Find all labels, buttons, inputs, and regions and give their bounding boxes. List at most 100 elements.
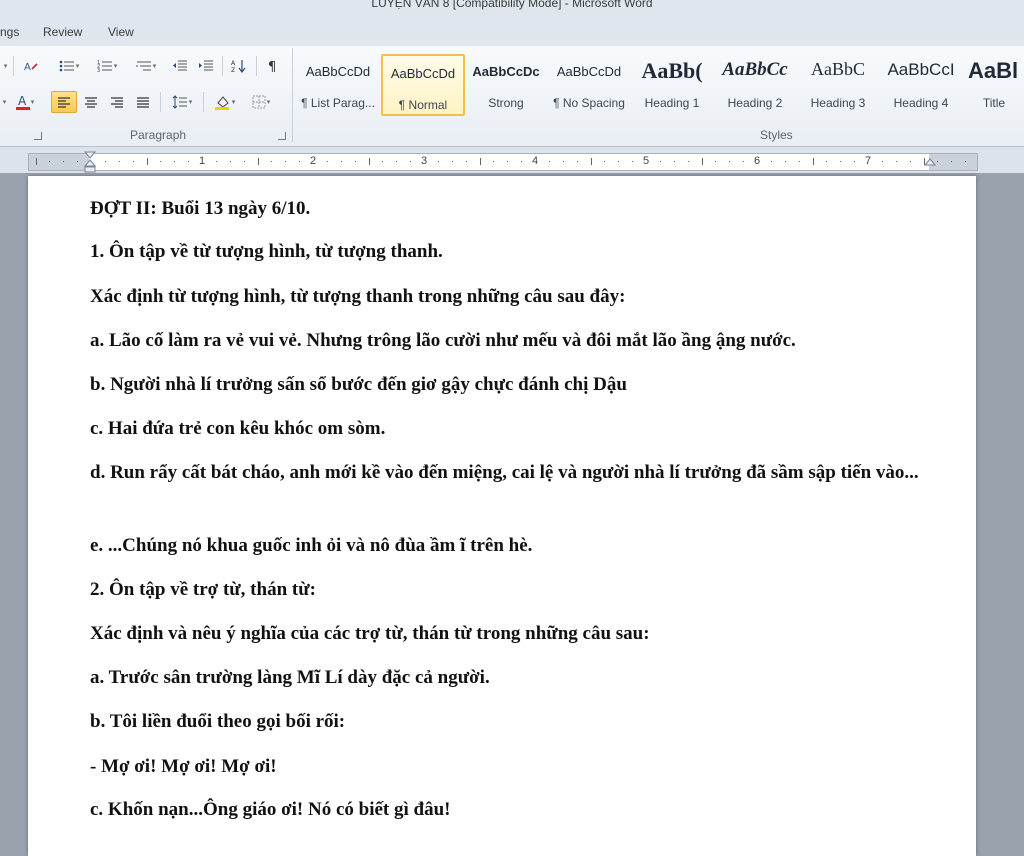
style-title[interactable]: AaBl Title [964,54,1024,112]
svg-text:¶: ¶ [268,60,276,73]
svg-text:A: A [231,60,236,67]
ruler-dot [63,161,64,162]
ruler-tick [369,158,370,165]
ruler-dot [729,161,730,162]
line-spacing-icon[interactable]: ▾ [166,92,198,112]
style-sample: AaBbCcDc [472,64,540,79]
ruler-dot [577,161,578,162]
style-heading-3[interactable]: AaBbC Heading 3 [798,54,878,112]
ruler-dot [49,161,50,162]
show-formatting-marks-icon[interactable]: ¶ [263,56,283,76]
ruler-dot [521,161,522,162]
ruler-dot [882,161,883,162]
style-sample: AaBbCcI [887,60,955,79]
svg-text:A: A [24,62,31,73]
ruler-tick [591,158,592,165]
tab-view[interactable]: View [108,25,134,39]
styles-group-label: Styles [760,128,793,142]
style-normal[interactable]: AaBbCcDd ¶ Normal [381,54,465,116]
doc-paragraph: c. Hai đứa trẻ con kêu khóc om sòm. [90,418,386,439]
style-name: ¶ No Spacing [553,96,625,110]
font-size-dropdown[interactable]: ▾ [0,56,10,76]
svg-text:3: 3 [97,68,100,73]
ruler-dot [230,161,231,162]
title-bar: LUYỆN VĂN 8 [Compatibility Mode] - Micro… [0,0,1024,20]
ruler-dot [771,161,772,162]
ruler-dot [549,161,550,162]
ruler-dot [660,161,661,162]
svg-text:Z: Z [231,67,235,73]
ruler-dot [327,161,328,162]
document-page[interactable]: ĐỢT II: Buổi 13 ngày 6/10. 1. Ôn tập về … [28,176,976,856]
align-center-button[interactable] [80,92,102,112]
sort-icon[interactable]: AZ [228,56,250,76]
ruler-dot [965,161,966,162]
ruler-tick [147,158,148,165]
doc-paragraph: - Mợ ơi! Mợ ơi! Mợ ơi! [90,756,277,777]
doc-paragraph: b. Tôi liền đuổi theo gọi bối rối: [90,711,346,732]
ruler-number: 7 [865,155,872,167]
ruler-number: 2 [310,155,317,167]
shading-icon[interactable]: ▾ [209,92,241,112]
decrease-indent-icon[interactable] [170,56,190,76]
ruler-dot [174,161,175,162]
numbering-icon[interactable]: 1 2 3 ▾ [92,56,122,76]
ruler-dot [244,161,245,162]
ruler-number: 3 [421,155,428,167]
ruler-dot [341,161,342,162]
ruler-tick [702,158,703,165]
font-dialog-launcher-icon[interactable] [34,132,42,140]
indent-marker-icon[interactable] [84,151,96,173]
right-indent-marker-icon[interactable] [924,158,936,172]
style-no-spacing[interactable]: AaBbCcDd ¶ No Spacing [549,54,629,112]
ruler-dot [563,161,564,162]
ruler-dot [674,161,675,162]
separator [203,92,204,112]
ruler-dot [840,161,841,162]
style-list-paragraph[interactable]: AaBbCcDd ¶ List Parag... [298,54,378,112]
ruler-tick [258,158,259,165]
ruler-dot [910,161,911,162]
style-sample: AaBl [968,58,1019,83]
horizontal-ruler[interactable]: 1 2 3 4 5 6 7 [28,151,978,173]
style-sample: AaBb( [641,58,703,83]
ruler-dot [133,161,134,162]
ruler-dot [937,161,938,162]
ruler-dot [452,161,453,162]
style-heading-1[interactable]: AaBb( Heading 1 [632,54,712,112]
style-sample: AaBbCcDd [305,64,371,79]
tab-mailings[interactable]: ngs [0,25,19,39]
style-name: Heading 3 [810,96,866,110]
justify-button[interactable] [132,92,154,112]
window-title: LUYỆN VĂN 8 [Compatibility Mode] - Micro… [371,0,653,10]
align-left-button[interactable] [51,91,77,113]
ruler-dot [299,161,300,162]
style-strong[interactable]: AaBbCcDc Strong [466,54,546,112]
style-sample: AaBbCcDd [390,66,456,81]
font-color-icon[interactable]: A ▾ [10,92,40,112]
ruler-dot [382,161,383,162]
style-name: Strong [488,96,524,110]
ruler-dot [507,161,508,162]
clear-formatting-icon[interactable]: A [20,56,42,76]
ruler-dot [896,161,897,162]
multilevel-list-icon[interactable]: ▾ [131,56,161,76]
ruler-dot [396,161,397,162]
style-heading-2[interactable]: AaBbCc Heading 2 [715,54,795,112]
doc-paragraph: a. Lão cố làm ra vẻ vui vẻ. Nhưng trông … [90,330,796,351]
ruler-number: 6 [754,155,761,167]
svg-text:A: A [18,94,27,108]
ruler-dot [188,161,189,162]
doc-paragraph: c. Khốn nạn...Ông giáo ơi! Nó có biết gì… [90,799,451,820]
bullets-icon[interactable]: ▾ [55,56,83,76]
text-highlight-dropdown[interactable]: ▾ [0,92,8,112]
ruler-dot [410,161,411,162]
paragraph-dialog-launcher-icon[interactable] [278,132,286,140]
doc-paragraph: Xác định từ tượng hình, từ tượng thanh t… [90,286,626,307]
ruler-dot [604,161,605,162]
style-heading-4[interactable]: AaBbCcI Heading 4 [881,54,961,112]
tab-review[interactable]: Review [43,25,82,39]
increase-indent-icon[interactable] [196,56,216,76]
align-right-button[interactable] [106,92,128,112]
borders-icon[interactable]: ▾ [245,92,277,112]
